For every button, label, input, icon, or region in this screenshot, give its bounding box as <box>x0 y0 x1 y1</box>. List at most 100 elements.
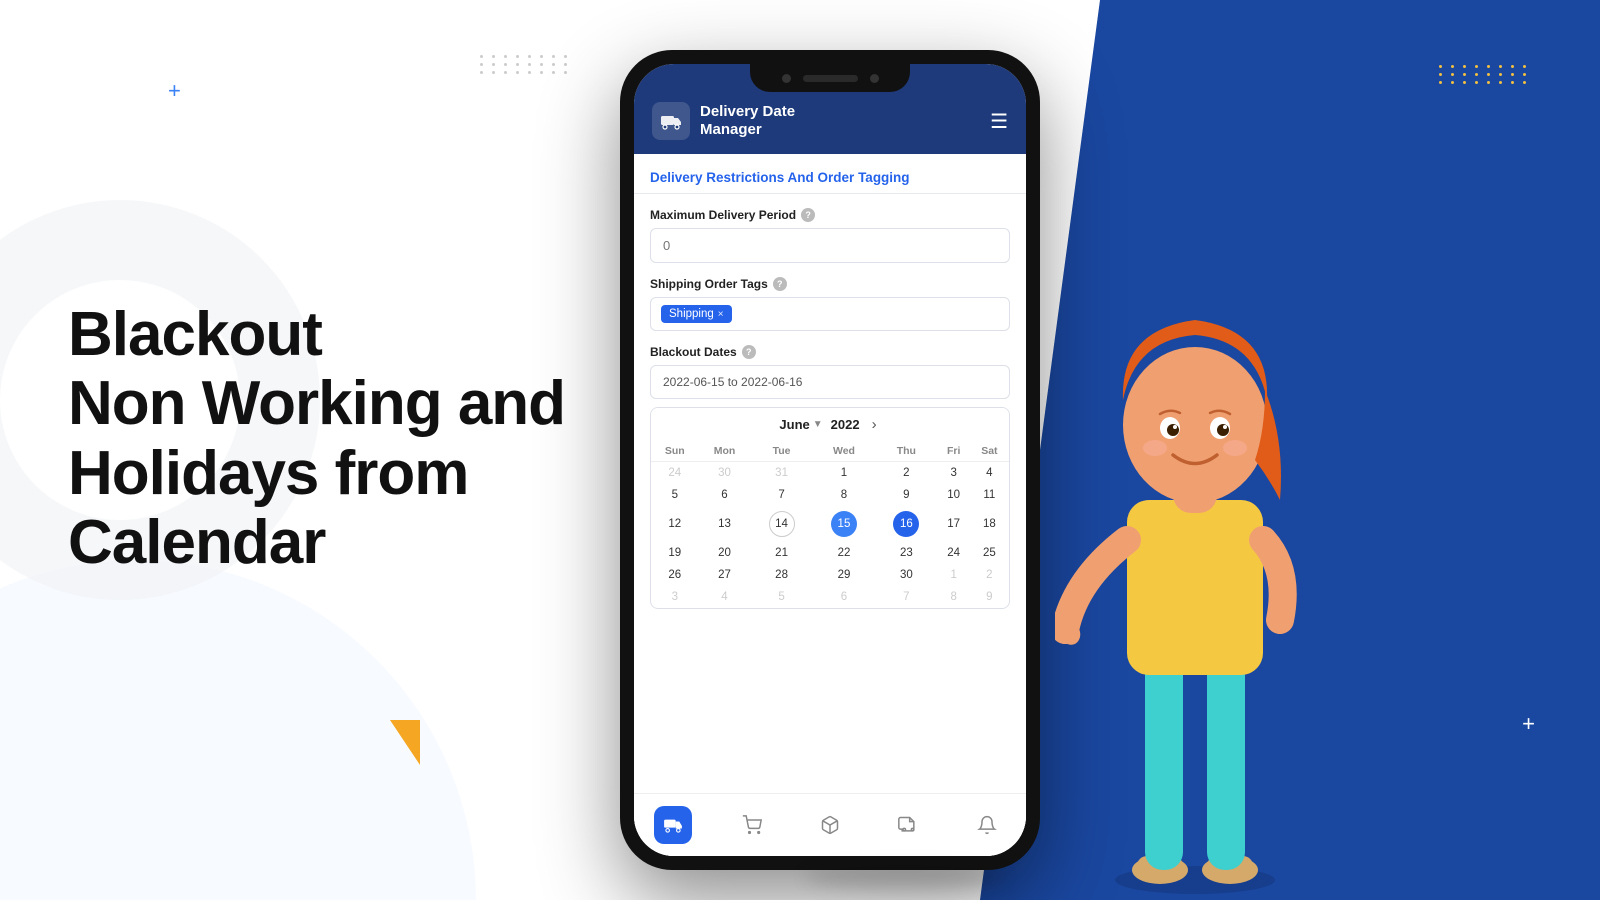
cal-day[interactable]: 10 <box>938 484 970 506</box>
nav-package-icon <box>811 806 849 844</box>
app-title: Delivery Date Manager <box>700 103 795 139</box>
cal-day[interactable]: 6 <box>813 586 875 608</box>
nav-item-bell[interactable] <box>948 802 1026 848</box>
cal-day[interactable]: 16 <box>875 506 937 542</box>
cal-day[interactable]: 23 <box>875 542 937 564</box>
cal-day[interactable]: 25 <box>970 542 1009 564</box>
cal-header-tue: Tue <box>750 441 812 462</box>
phone-mockup: Delivery Date Manager ☰ Delivery Restric… <box>620 50 1040 870</box>
cal-day[interactable]: 1 <box>813 462 875 485</box>
form-area: Maximum Delivery Period ? Shipping Order… <box>634 194 1026 793</box>
cal-day[interactable]: 6 <box>699 484 751 506</box>
calendar-year: 2022 <box>831 417 860 432</box>
notch-dot-1 <box>782 74 791 83</box>
cal-day[interactable]: 4 <box>970 462 1009 485</box>
hero-line4: Calendar <box>68 508 325 577</box>
cal-header-sun: Sun <box>651 441 699 462</box>
calendar-next-btn[interactable]: › <box>868 416 881 433</box>
cal-day[interactable]: 4 <box>699 586 751 608</box>
cal-day[interactable]: 22 <box>813 542 875 564</box>
cal-day[interactable]: 17 <box>938 506 970 542</box>
nav-delivery-icon <box>654 806 692 844</box>
cal-day[interactable]: 31 <box>750 462 812 485</box>
shadow-ellipse <box>805 865 1005 890</box>
cal-day[interactable]: 5 <box>750 586 812 608</box>
dot-grid-top <box>480 55 571 74</box>
nav-item-delivery[interactable] <box>634 802 712 848</box>
cal-day[interactable]: 8 <box>938 586 970 608</box>
hero-line1: Blackout <box>68 300 322 369</box>
cal-day[interactable]: 26 <box>651 564 699 586</box>
calendar-grid: Sun Mon Tue Wed Thu Fri Sat 243 <box>651 441 1009 608</box>
hamburger-menu-icon[interactable]: ☰ <box>990 109 1008 134</box>
hero-line2: Non Working and <box>68 369 565 438</box>
cal-day[interactable]: 12 <box>651 506 699 542</box>
cal-day[interactable]: 29 <box>813 564 875 586</box>
cal-header-fri: Fri <box>938 441 970 462</box>
cal-day[interactable]: 30 <box>699 462 751 485</box>
cal-day[interactable]: 30 <box>875 564 937 586</box>
cal-day[interactable]: 20 <box>699 542 751 564</box>
cal-day[interactable]: 9 <box>970 586 1009 608</box>
cal-header-mon: Mon <box>699 441 751 462</box>
app-content: Delivery Restrictions And Order Tagging … <box>634 154 1026 856</box>
app-logo-area: Delivery Date Manager <box>652 102 795 140</box>
hero-line3: Holidays from <box>68 439 468 508</box>
triangle-orange <box>390 720 420 765</box>
phone-screen: Delivery Date Manager ☰ Delivery Restric… <box>634 64 1026 856</box>
section-title: Delivery Restrictions And Order Tagging <box>634 154 1026 194</box>
phone-outer: Delivery Date Manager ☰ Delivery Restric… <box>620 50 1040 870</box>
calendar: June ▼ 2022 › Sun Mon Tue <box>650 407 1010 609</box>
cal-day[interactable]: 2 <box>875 462 937 485</box>
cal-day[interactable]: 13 <box>699 506 751 542</box>
nav-car-icon <box>889 806 927 844</box>
cal-day[interactable]: 18 <box>970 506 1009 542</box>
nav-item-package[interactable] <box>791 802 869 848</box>
notch-speaker <box>803 75 858 82</box>
tag-shipping: Shipping × <box>661 305 732 323</box>
date-range-input[interactable]: 2022-06-15 to 2022-06-16 <box>650 365 1010 399</box>
cal-day[interactable]: 28 <box>750 564 812 586</box>
nav-item-cart[interactable] <box>712 802 790 848</box>
help-icon-delivery[interactable]: ? <box>801 208 815 222</box>
cal-header-wed: Wed <box>813 441 875 462</box>
cal-day[interactable]: 7 <box>750 484 812 506</box>
cal-day[interactable]: 7 <box>875 586 937 608</box>
cal-day[interactable]: 24 <box>938 542 970 564</box>
cal-day[interactable]: 11 <box>970 484 1009 506</box>
cal-day[interactable]: 15 <box>813 506 875 542</box>
dot-grid-right <box>1439 65 1530 84</box>
cal-day[interactable]: 21 <box>750 542 812 564</box>
help-icon-blackout[interactable]: ? <box>742 345 756 359</box>
cal-header-thu: Thu <box>875 441 937 462</box>
cal-day[interactable]: 1 <box>938 564 970 586</box>
cal-header-sat: Sat <box>970 441 1009 462</box>
cal-day[interactable]: 3 <box>651 586 699 608</box>
nav-item-car[interactable] <box>869 802 947 848</box>
nav-bell-icon <box>968 806 1006 844</box>
cal-day[interactable]: 9 <box>875 484 937 506</box>
phone-notch <box>750 64 910 92</box>
app-logo-icon <box>652 102 690 140</box>
tag-close-icon[interactable]: × <box>718 309 724 320</box>
cal-day[interactable]: 5 <box>651 484 699 506</box>
character-illustration <box>1035 220 1355 900</box>
cal-day[interactable]: 2 <box>970 564 1009 586</box>
tags-input[interactable]: Shipping × <box>650 297 1010 331</box>
plus-white-icon: + <box>1522 713 1535 735</box>
cal-day[interactable]: 24 <box>651 462 699 485</box>
calendar-header: June ▼ 2022 › <box>651 408 1009 441</box>
shipping-tags-label: Shipping Order Tags ? <box>650 277 1010 291</box>
help-icon-tags[interactable]: ? <box>773 277 787 291</box>
cal-day[interactable]: 3 <box>938 462 970 485</box>
cal-day[interactable]: 14 <box>750 506 812 542</box>
cal-day[interactable]: 27 <box>699 564 751 586</box>
blackout-dates-label: Blackout Dates ? <box>650 345 1010 359</box>
bottom-nav <box>634 793 1026 856</box>
nav-cart-icon <box>733 806 771 844</box>
month-select[interactable]: June ▼ <box>779 417 822 432</box>
cal-day[interactable]: 8 <box>813 484 875 506</box>
max-delivery-input[interactable] <box>650 228 1010 263</box>
hero-text-block: Blackout Non Working and Holidays from C… <box>68 300 565 578</box>
cal-day[interactable]: 19 <box>651 542 699 564</box>
